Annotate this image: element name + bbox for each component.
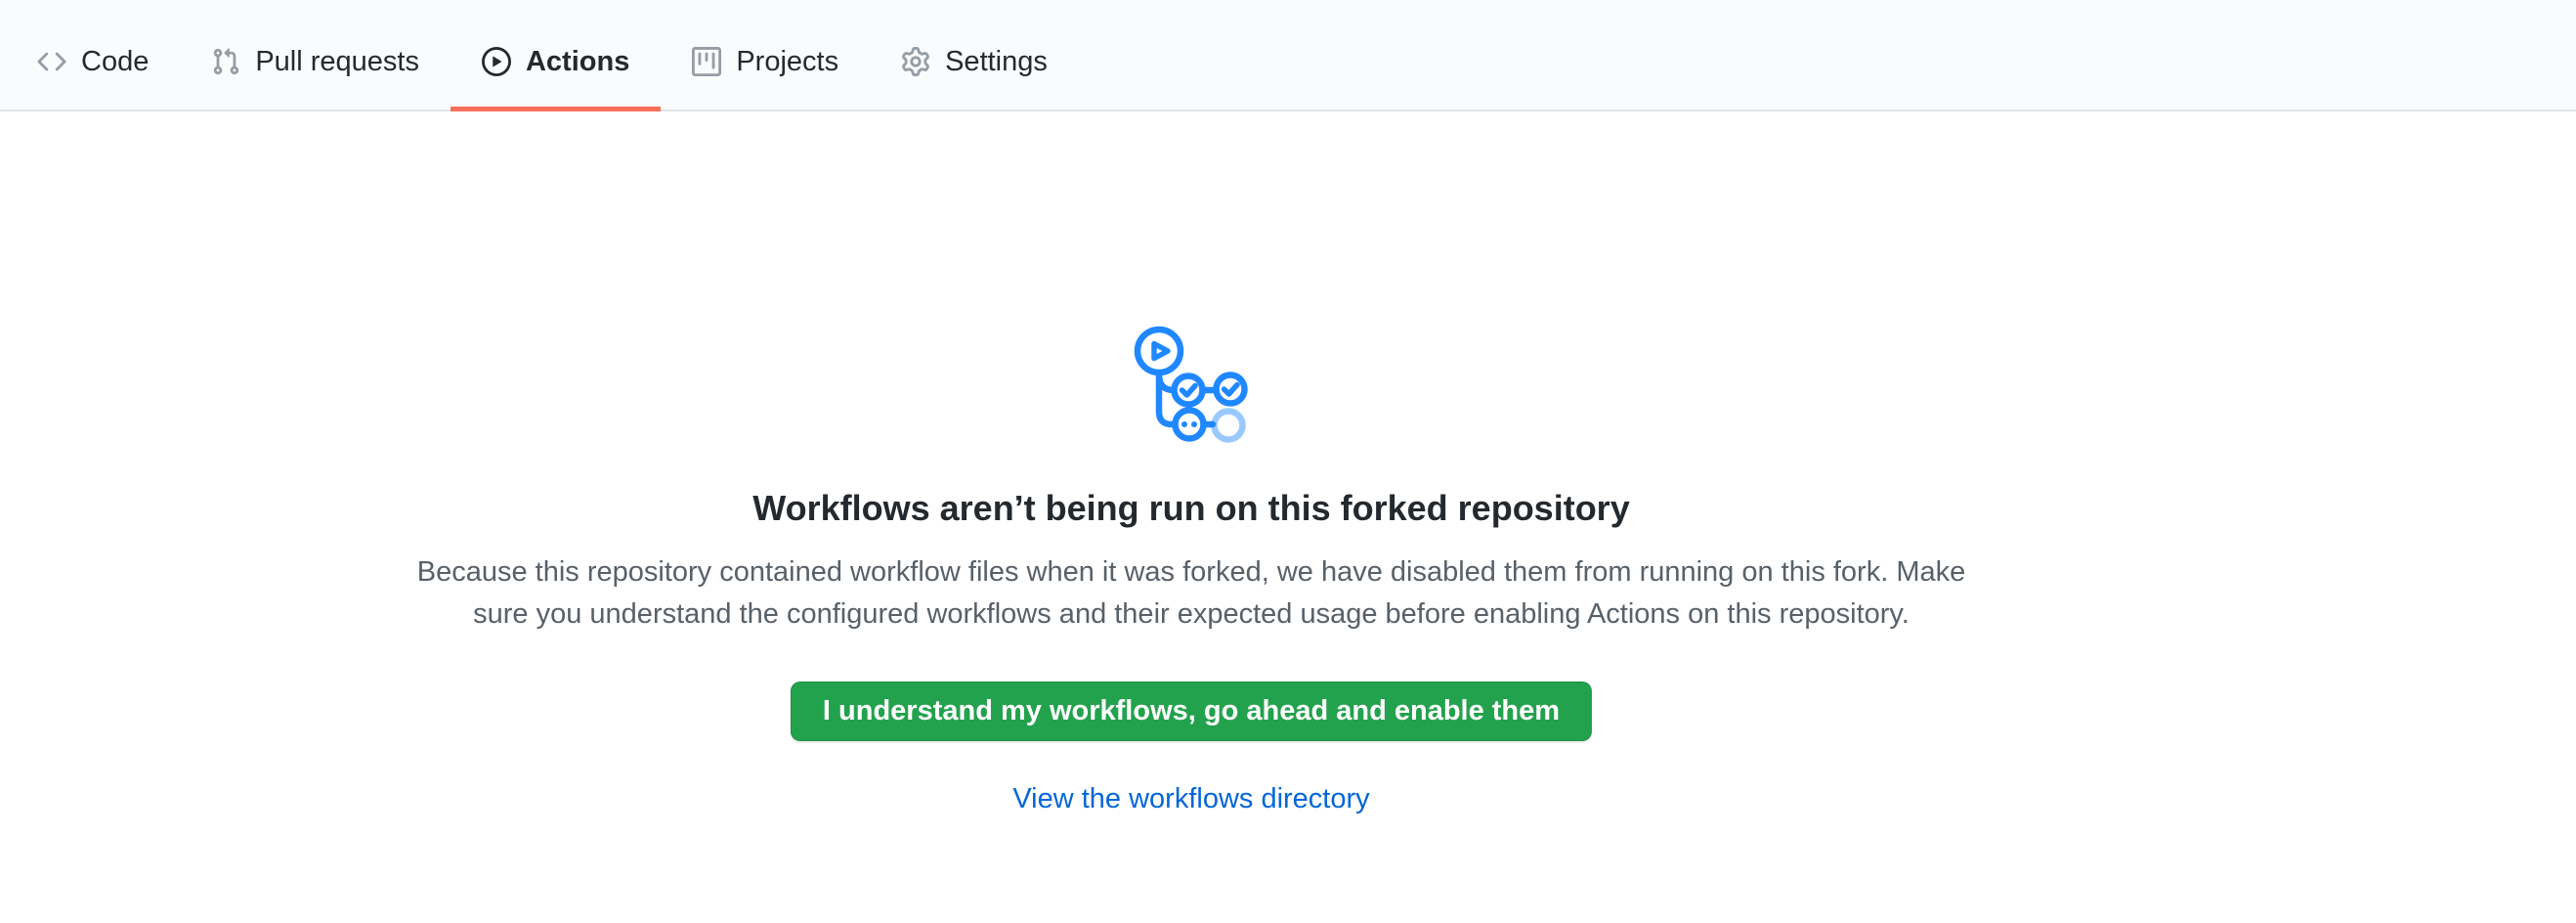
page-title: Workflows aren’t being run on this forke… (752, 488, 1629, 529)
gear-icon (901, 47, 930, 76)
description: Because this repository contained workfl… (417, 551, 1966, 636)
git-pull-request-icon (211, 47, 240, 76)
repo-tab-nav: Code Pull requests Actions Projects Sett… (0, 0, 2576, 111)
tab-settings[interactable]: Settings (870, 0, 1079, 110)
tab-projects[interactable]: Projects (661, 0, 870, 110)
tab-code-label: Code (81, 48, 149, 76)
description-line-1: Because this repository contained workfl… (417, 551, 1966, 593)
code-icon (37, 47, 66, 76)
project-board-icon (692, 47, 721, 76)
tab-settings-label: Settings (945, 48, 1048, 76)
tab-code[interactable]: Code (6, 0, 180, 110)
tab-pull-requests[interactable]: Pull requests (180, 0, 451, 110)
active-tab-underline (451, 107, 661, 111)
play-circle-icon (482, 47, 511, 76)
workflows-directory-link[interactable]: View the workflows directory (1012, 783, 1369, 815)
tab-actions-label: Actions (526, 48, 629, 76)
description-line-2: sure you understand the configured workf… (417, 593, 1966, 636)
enable-workflows-button[interactable]: I understand my workflows, go ahead and … (791, 681, 1592, 741)
tab-projects-label: Projects (736, 48, 838, 76)
tab-actions[interactable]: Actions (451, 0, 661, 110)
tab-pull-requests-label: Pull requests (255, 48, 419, 76)
workflow-graph-icon (1133, 326, 1250, 450)
